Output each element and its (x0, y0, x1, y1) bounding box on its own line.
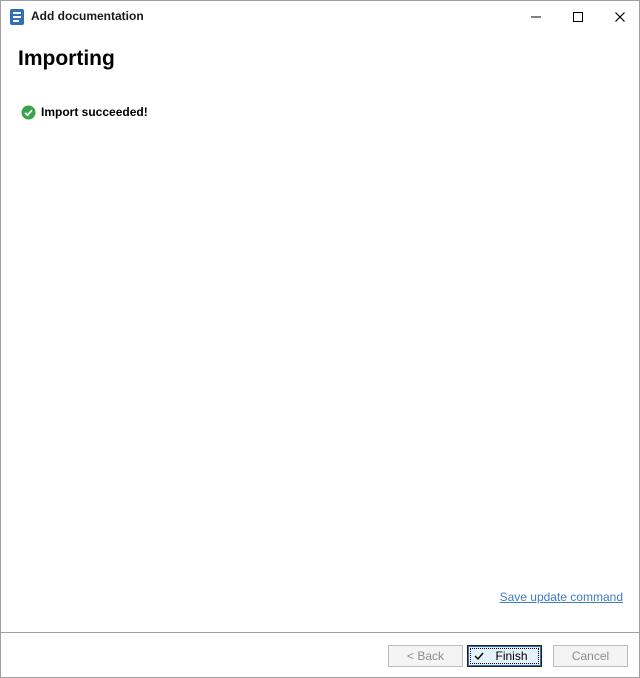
maximize-button[interactable] (557, 1, 599, 32)
close-button[interactable] (599, 1, 639, 32)
finish-button[interactable]: Finish (467, 645, 542, 667)
cancel-button[interactable]: Cancel (553, 645, 628, 667)
maximize-icon (573, 12, 583, 22)
wizard-footer: < Back Finish Cancel (1, 633, 639, 677)
close-icon (615, 12, 625, 22)
back-button[interactable]: < Back (388, 645, 463, 667)
save-update-command-link[interactable]: Save update command (500, 590, 623, 604)
minimize-button[interactable] (515, 1, 557, 32)
document-stack-icon (10, 9, 24, 25)
title-bar[interactable]: Add documentation (1, 1, 639, 32)
dialog-window: Add documentation Importing Import succe… (0, 0, 640, 678)
minimize-icon (531, 16, 541, 18)
window-title: Add documentation (31, 9, 144, 23)
check-circle-icon (21, 105, 36, 120)
page-title: Importing (18, 47, 115, 70)
status-message: Import succeeded! (41, 105, 148, 119)
finish-label: Finish (495, 649, 528, 663)
